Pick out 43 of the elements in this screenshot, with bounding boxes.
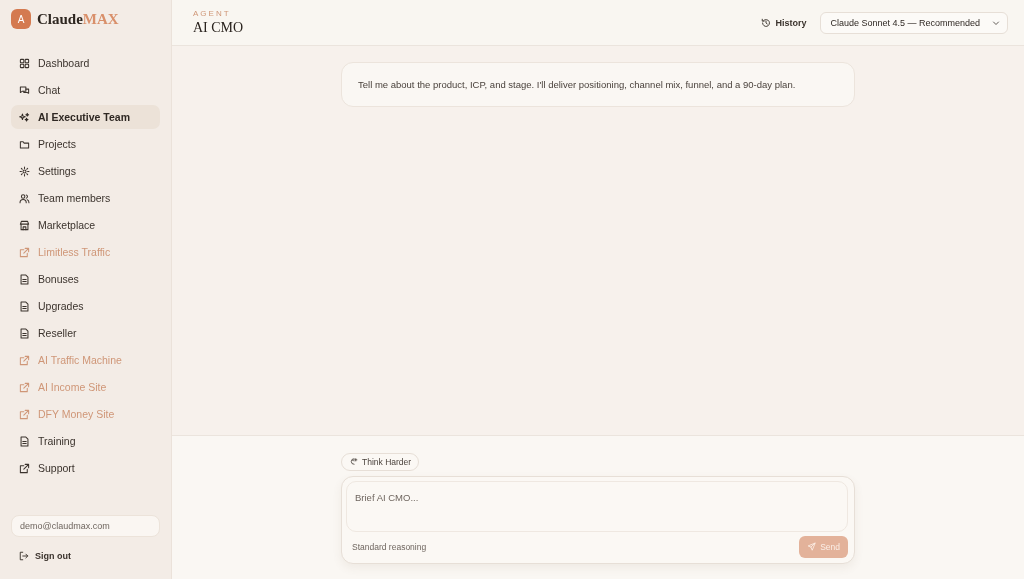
email-display: demo@claudmax.com (11, 515, 160, 537)
grid-icon (19, 57, 30, 69)
external-link-icon (19, 354, 30, 366)
think-harder-button[interactable]: Think Harder (341, 452, 420, 471)
eyebrow-label: AGENT (193, 9, 232, 18)
sidebar-item[interactable]: AI Executive Team (11, 105, 160, 129)
document-icon (19, 273, 30, 285)
sparkle-icon (19, 111, 30, 123)
external-link-icon (19, 462, 30, 474)
external-link-icon (19, 246, 30, 258)
folder-icon (19, 138, 30, 150)
send-icon (807, 542, 817, 551)
sidebar-item[interactable]: Chat (11, 78, 160, 102)
brand-name: ClaudeMAX (37, 10, 119, 28)
avatar: A (11, 9, 31, 29)
sidebar-item[interactable]: Marketplace (11, 213, 160, 237)
sidebar-item[interactable]: Projects (11, 132, 160, 156)
reasoning-mode-label: Standard reasoning (352, 541, 427, 552)
model-select[interactable]: Claude Sonnet 4.5 — Recommended (820, 11, 1008, 34)
sign-out-icon (19, 551, 29, 561)
sidebar-item[interactable]: Team members (11, 186, 160, 210)
sidebar-item[interactable]: Training (11, 429, 160, 453)
sidebar-item[interactable]: Bonuses (11, 267, 160, 291)
document-icon (19, 327, 30, 339)
external-link-icon (19, 408, 30, 420)
people-icon (19, 192, 30, 204)
history-icon (761, 17, 772, 28)
sign-out-button[interactable]: Sign out (11, 545, 160, 567)
sidebar-item[interactable]: Upgrades (11, 294, 160, 318)
sidebar-item[interactable]: Settings (11, 159, 160, 183)
message-bubble: Tell me about the product, ICP, and stage. I'll deliver positioning, channel mix, funnel, and a 90-day plan. (341, 62, 855, 107)
history-button[interactable]: History (761, 17, 807, 28)
sidebar-item[interactable]: Dashboard (11, 51, 160, 75)
sidebar-item[interactable]: Support (11, 456, 160, 480)
chevron-down-icon (992, 18, 1000, 27)
external-link-icon (19, 381, 30, 393)
message-input[interactable]: Brief AI CMO... (346, 480, 848, 532)
document-icon (19, 300, 30, 312)
page-title: AI CMO (193, 20, 244, 36)
sidebar-item[interactable]: Reseller (11, 321, 160, 345)
document-icon (19, 435, 30, 447)
chat-icon (19, 84, 30, 96)
store-icon (19, 219, 30, 231)
